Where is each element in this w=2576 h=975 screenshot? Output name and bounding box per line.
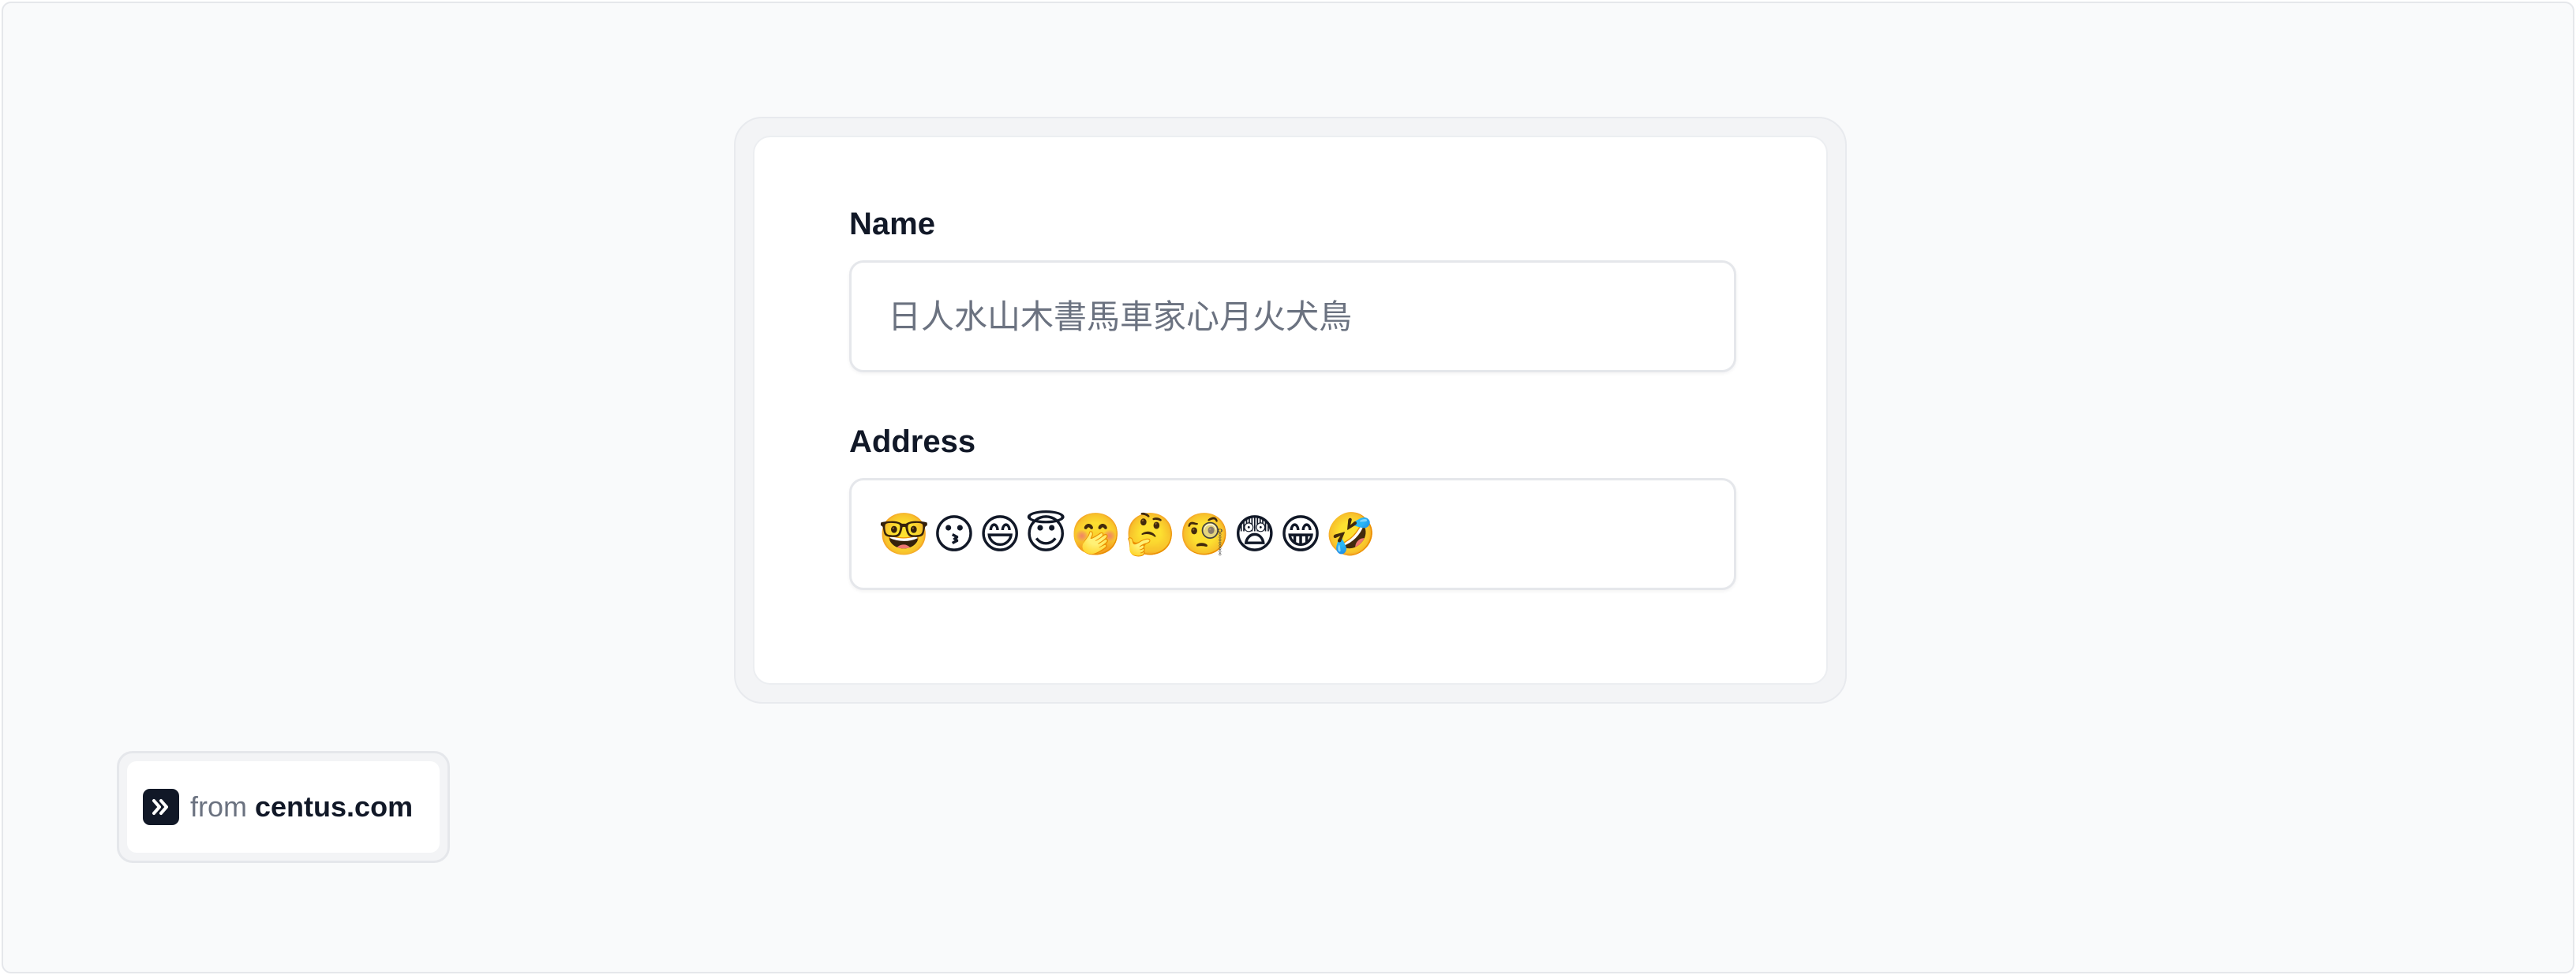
form-card: Name Address — [753, 136, 1828, 685]
centus-badge-link[interactable]: from centus.com — [117, 751, 450, 863]
double-chevron-right-icon-svg — [152, 799, 168, 815]
double-chevron-right-icon — [143, 789, 179, 825]
badge-content: from centus.com — [127, 761, 440, 853]
badge-domain-text: centus.com — [255, 790, 414, 823]
page-frame: Name Address from centus.com — [2, 2, 2574, 973]
badge-text: from centus.com — [190, 791, 413, 823]
name-label: Name — [849, 207, 935, 241]
badge-from-text: from — [190, 790, 247, 823]
address-input[interactable] — [849, 478, 1736, 590]
form-card-outer: Name Address — [734, 117, 1847, 704]
name-input[interactable] — [849, 260, 1736, 372]
address-label: Address — [849, 424, 976, 459]
